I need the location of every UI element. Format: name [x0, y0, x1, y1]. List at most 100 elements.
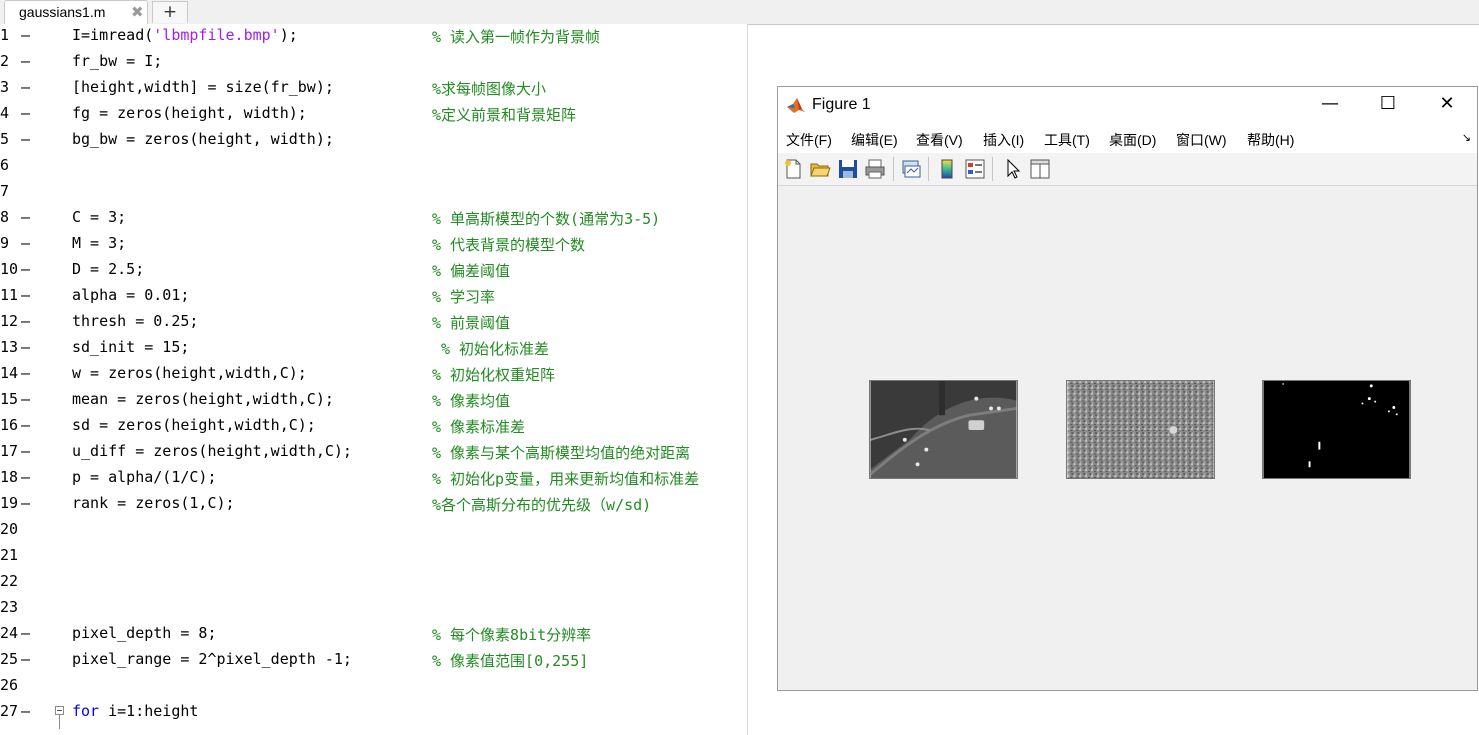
line-number: 14	[0, 364, 19, 382]
code-line[interactable]: 17— u_diff = zeros(height,width,C); % 像素与某…	[0, 440, 747, 466]
menu-tools[interactable]: 工具(T)	[1044, 130, 1090, 150]
code-token: [height,width] = size(fr_bw);	[72, 78, 334, 96]
breakpoint-marker[interactable]: —	[21, 130, 30, 148]
breakpoint-marker[interactable]: —	[21, 442, 30, 460]
menu-view[interactable]: 查看(V)	[916, 130, 963, 150]
code-line[interactable]: 3 — [height,width] = size(fr_bw); %求每帧图像大小	[0, 76, 747, 102]
code-token: w = zeros(height,width,C);	[72, 364, 307, 382]
code-line[interactable]: 10— D = 2.5; % 偏差阈值	[0, 258, 747, 284]
breakpoint-marker[interactable]: —	[21, 104, 30, 122]
code-line[interactable]: 15— mean = zeros(height,width,C); % 像素均值	[0, 388, 747, 414]
code-line[interactable]: 1 — I=imread('lbmpfile.bmp'); % 读入第一帧作为背景帧	[0, 24, 747, 50]
subplot-background-estimate[interactable]	[1066, 380, 1215, 479]
code-line[interactable]: 26	[0, 674, 747, 700]
breakpoint-marker[interactable]: —	[21, 416, 30, 434]
code-line[interactable]: 21	[0, 544, 747, 570]
new-figure-icon[interactable]	[782, 158, 804, 180]
code-line[interactable]: 23	[0, 596, 747, 622]
subplot-original-frame[interactable]	[869, 380, 1018, 479]
code-line[interactable]: 14— w = zeros(height,width,C); % 初始化权重矩阵	[0, 362, 747, 388]
breakpoint-marker[interactable]: —	[21, 624, 30, 642]
minimize-button[interactable]: —	[1301, 87, 1359, 123]
save-icon[interactable]	[837, 158, 859, 180]
menu-desktop[interactable]: 桌面(D)	[1109, 130, 1156, 150]
edit-plot-arrow-icon[interactable]	[1002, 158, 1024, 180]
keyword-token: for	[72, 702, 100, 720]
code-line[interactable]: 11— alpha = 0.01; % 学习率	[0, 284, 747, 310]
code-line[interactable]: 18— p = alpha/(1/C); % 初始化p变量，用来更新均值和标准差	[0, 466, 747, 492]
code-comment: % 像素均值	[432, 392, 511, 410]
dock-arrow-icon[interactable]: ↘	[1462, 131, 1471, 144]
code-line[interactable]: 22	[0, 570, 747, 596]
breakpoint-marker[interactable]: —	[21, 52, 30, 70]
code-token: mean = zeros(height,width,C);	[72, 390, 334, 408]
breakpoint-marker[interactable]: —	[21, 702, 30, 720]
code-line[interactable]: 7	[0, 180, 747, 206]
matlab-logo-icon	[787, 98, 805, 113]
figure-toolbar	[778, 153, 1477, 186]
code-text: pixel_range = 2^pixel_depth -1;	[72, 650, 352, 668]
code-line[interactable]: 16— sd = zeros(height,width,C); % 像素标准差	[0, 414, 747, 440]
code-line[interactable]: 19— rank = zeros(1,C); %各个高斯分布的优先级（w/sd)	[0, 492, 747, 518]
code-token: );	[279, 26, 298, 44]
line-number: 9	[0, 234, 10, 252]
property-inspector-icon[interactable]	[1029, 158, 1051, 180]
breakpoint-marker[interactable]: —	[21, 494, 30, 512]
breakpoint-marker[interactable]: —	[21, 260, 30, 278]
breakpoint-marker[interactable]: —	[21, 364, 30, 382]
code-line[interactable]: 2 — fr_bw = I;	[0, 50, 747, 76]
line-number: 8	[0, 208, 10, 226]
print-icon[interactable]	[864, 158, 886, 180]
close-tab-icon[interactable]: ✖	[131, 3, 144, 21]
figure-canvas[interactable]	[778, 186, 1477, 690]
figure-title-bar[interactable]: Figure 1 — ☐ ✕	[778, 87, 1477, 123]
code-line[interactable]: 4 — fg = zeros(height, width); %定义前景和背景矩阵	[0, 102, 747, 128]
breakpoint-marker[interactable]: —	[21, 208, 30, 226]
insert-legend-icon[interactable]	[964, 158, 986, 180]
code-line[interactable]: 20	[0, 518, 747, 544]
open-file-icon[interactable]	[809, 158, 831, 180]
menu-window[interactable]: 窗口(W)	[1176, 130, 1227, 150]
code-line[interactable]: 5 — bg_bw = zeros(height, width);	[0, 128, 747, 154]
breakpoint-marker[interactable]: —	[21, 338, 30, 356]
menu-file[interactable]: 文件(F)	[786, 130, 832, 150]
breakpoint-marker[interactable]: —	[21, 78, 30, 96]
code-text: rank = zeros(1,C);	[72, 494, 235, 512]
code-line[interactable]: 6	[0, 154, 747, 180]
code-token: bg_bw = zeros(height, width);	[72, 130, 334, 148]
code-line[interactable]: 9 — M = 3; % 代表背景的模型个数	[0, 232, 747, 258]
subplot-foreground-mask[interactable]	[1262, 380, 1411, 479]
menu-help[interactable]: 帮助(H)	[1247, 130, 1294, 150]
breakpoint-marker[interactable]: —	[21, 286, 30, 304]
menu-insert[interactable]: 插入(I)	[983, 130, 1024, 150]
close-window-button[interactable]: ✕	[1418, 87, 1476, 123]
fold-toggle-icon[interactable]	[55, 706, 64, 715]
breakpoint-marker[interactable]: —	[21, 650, 30, 668]
code-editor[interactable]: 1 — I=imread('lbmpfile.bmp'); % 读入第一帧作为背景帧 2…	[0, 24, 748, 735]
code-token: D = 2.5;	[72, 260, 145, 278]
file-tab-gaussians1[interactable]: gaussians1.m ✖	[4, 0, 148, 24]
maximize-button[interactable]: ☐	[1359, 87, 1417, 123]
figure-window[interactable]: Figure 1 — ☐ ✕ 文件(F) 编辑(E) 查看(V) 插入(I) 工…	[777, 86, 1478, 691]
new-tab-button[interactable]: +	[152, 1, 188, 23]
code-line[interactable]: 24— pixel_depth = 8; % 每个像素8bit分辨率	[0, 622, 747, 648]
breakpoint-marker[interactable]: —	[21, 26, 30, 44]
code-line[interactable]: 25— pixel_range = 2^pixel_depth -1; % 像素值范…	[0, 648, 747, 674]
breakpoint-marker[interactable]: —	[21, 312, 30, 330]
breakpoint-marker[interactable]: —	[21, 468, 30, 486]
line-number: 21	[0, 546, 19, 564]
code-token: sd = zeros(height,width,C);	[72, 416, 316, 434]
code-line[interactable]: 8 — C = 3; % 单高斯模型的个数(通常为3-5)	[0, 206, 747, 232]
code-comment: % 偏差阈值	[432, 262, 511, 280]
code-line[interactable]: 13— sd_init = 15; % 初始化标准差	[0, 336, 747, 362]
menu-edit[interactable]: 编辑(E)	[851, 130, 898, 150]
breakpoint-marker[interactable]: —	[21, 390, 30, 408]
toolbar-separator	[928, 157, 929, 181]
breakpoint-marker[interactable]: —	[21, 234, 30, 252]
link-plot-icon[interactable]	[900, 158, 922, 180]
code-line[interactable]: 27— for i=1:height	[0, 700, 747, 729]
line-number: 13	[0, 338, 19, 356]
code-line[interactable]: 12— thresh = 0.25; % 前景阈值	[0, 310, 747, 336]
colorbar-icon[interactable]	[936, 158, 958, 180]
code-comment: % 前景阈值	[432, 314, 511, 332]
